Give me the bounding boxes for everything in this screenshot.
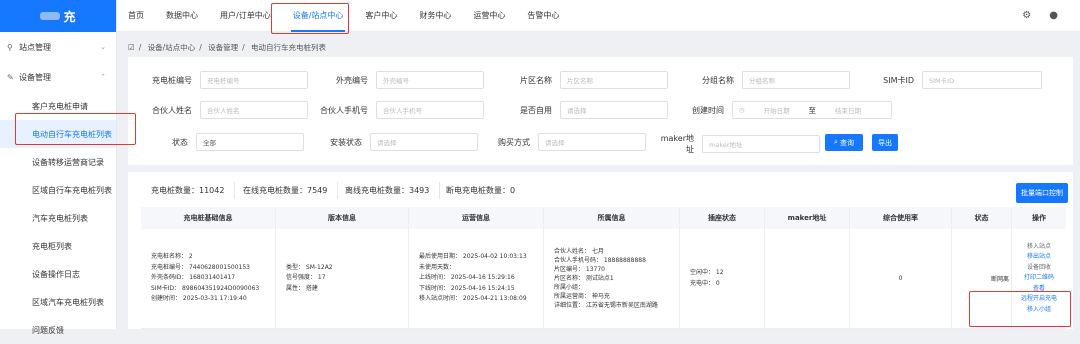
breadcrumb-item[interactable]: 设备管理 [208, 43, 238, 52]
action-print-qr[interactable]: 打印二维码 [1024, 273, 1054, 284]
highlight-box-sidebar [15, 113, 136, 145]
filter-label: 充电桩编号 [152, 75, 192, 85]
calendar-icon: ◷ [739, 106, 745, 114]
menu-customer[interactable]: 客户中心 [354, 0, 408, 32]
sidebar-group-site[interactable]: ⚲ 站点管理 ⌄ [0, 32, 116, 62]
pile-table-panel: 充电桩数量：11042 在线充电桩数量：7549 离线充电桩数量：3493 断电… [128, 172, 1073, 329]
filter-label: 合伙人姓名 [152, 105, 192, 115]
sidebar-item-feedback[interactable]: 问题反馈 [0, 316, 116, 344]
menu-finance[interactable]: 财务中心 [408, 0, 462, 32]
highlight-box-top-menu [271, 3, 349, 34]
col-status: 状态 [952, 207, 1012, 229]
menu-alarm[interactable]: 告警中心 [516, 0, 570, 32]
col-owner: 所属信息 [544, 207, 680, 229]
export-button[interactable]: 导出 [872, 134, 898, 151]
filter-label: 分组名称 [702, 75, 734, 85]
gear-icon[interactable]: ⚙ [1022, 10, 1031, 21]
action-move-in-site[interactable]: 移入站点 [1027, 242, 1051, 253]
breadcrumb-item: 电动自行车充电桩列表 [251, 43, 327, 52]
search-button[interactable]: ⌕ 查询 [825, 134, 863, 151]
cell-socket: 空闲中： 12 充电中： 0 [680, 229, 765, 328]
edit-icon: ☑ [128, 43, 135, 52]
menu-data-center[interactable]: 数据中心 [155, 0, 209, 32]
group-name-input[interactable]: 分组名称 [742, 71, 850, 89]
filter-label: 是否自用 [520, 105, 552, 115]
status-select[interactable]: 全部 [196, 133, 304, 151]
breadcrumb: ☑ / 设备/站点中心 / 设备管理 / 电动自行车充电桩列表 [128, 43, 327, 52]
filter-label: 状态 [172, 137, 188, 147]
cell-basic: 充电桩名称： 2 充电桩编号： 7440628001500153 外壳条码ID：… [141, 229, 276, 328]
sidebar-item-region-ebike-list[interactable]: 区域自行车充电桩列表 [0, 176, 116, 204]
create-time-range[interactable]: ◷ 开始日期 至 结束日期 [732, 101, 892, 119]
sidebar-group-label: 设备管理 [19, 72, 51, 82]
search-icon: ⌕ [834, 138, 838, 146]
filter-label: 安装状态 [330, 137, 362, 147]
col-maker: maker地址 [765, 207, 850, 229]
cell-version: 类型： SM-12A2 信号强度： 17 属性： 搭建 [276, 229, 409, 328]
highlight-box-actions [969, 291, 1071, 327]
col-operation: 运营信息 [409, 207, 544, 229]
menu-operation[interactable]: 运营中心 [462, 0, 516, 32]
end-date[interactable]: 结束日期 [835, 105, 861, 115]
sim-id-input[interactable]: SIM卡ID [922, 71, 1042, 89]
table-header: 充电桩基础信息 版本信息 运营信息 所属信息 插座状态 maker地址 综合使用… [141, 207, 1066, 229]
col-usage: 综合使用率 [850, 207, 952, 229]
cell-usage: 0 [850, 229, 952, 328]
app-logo[interactable]: 充 [0, 0, 116, 32]
sidebar-item-transfer-record[interactable]: 设备转移运营商记录 [0, 148, 116, 176]
filter-label: maker地址 [660, 134, 694, 154]
logo-mark [40, 12, 61, 20]
chevron-down-icon: ⌄ [100, 43, 106, 51]
range-separator: 至 [808, 105, 817, 115]
filter-label: 片区名称 [520, 75, 552, 85]
sidebar-item-car-list[interactable]: 汽车充电桩列表 [0, 204, 116, 232]
batch-port-control-button[interactable]: 批量端口控制 [1016, 183, 1068, 203]
area-name-input[interactable]: 片区名称 [560, 71, 668, 89]
chevron-up-icon: ⌃ [100, 73, 106, 81]
filter-label: 创建时间 [692, 105, 724, 115]
shell-number-input[interactable]: 外壳编号 [376, 71, 484, 89]
pile-number-input[interactable]: 充电桩编号 [200, 71, 308, 89]
stat-online: 在线充电桩数量：7549 [233, 182, 339, 199]
filter-label: SIM卡ID [883, 75, 914, 85]
user-icon[interactable]: ● [1049, 10, 1058, 21]
filter-label: 购买方式 [498, 137, 530, 147]
purchase-method-select[interactable]: 请选择 [538, 133, 646, 151]
cell-operation: 最后使用日期： 2025-04-02 10:03:13 未使用天数： 上线时间：… [409, 229, 544, 328]
stat-offline: 离线充电桩数量：3493 [335, 182, 441, 199]
top-nav: 首页 数据中心 用户/订单中心 设备/站点中心 客户中心 财务中心 运营中心 告… [117, 0, 1080, 32]
logo-text: 充 [63, 9, 76, 24]
col-version: 版本信息 [276, 207, 409, 229]
filter-label: 合伙人手机号 [320, 105, 368, 115]
cell-maker [765, 229, 850, 328]
partner-name-input[interactable]: 合伙人姓名 [200, 101, 308, 119]
action-device-recycle[interactable]: 设备回收 [1027, 263, 1051, 274]
install-status-select[interactable]: 请选择 [370, 133, 478, 151]
breadcrumb-item[interactable]: 设备/站点中心 [148, 43, 196, 52]
sidebar-group-device[interactable]: ✎ 设备管理 ⌃ [0, 62, 116, 92]
tag-icon: ⚲ [7, 42, 13, 52]
filter-label: 外壳编号 [336, 75, 368, 85]
sidebar-item-cabinet-list[interactable]: 充电柜列表 [0, 232, 116, 260]
col-actions: 操作 [1032, 214, 1046, 222]
edit-icon: ✎ [7, 72, 14, 82]
maker-address-input[interactable]: maker地址 [702, 135, 820, 153]
sidebar: 充 ⚲ 站点管理 ⌄ ✎ 设备管理 ⌃ 客户充电桩申请 电动自行车充电桩列表 设… [0, 0, 117, 335]
col-socket: 插座状态 [680, 207, 765, 229]
stat-power-off: 断电充电桩数量：0 [446, 186, 516, 195]
self-use-select[interactable]: 请选择 [560, 101, 668, 119]
start-date[interactable]: 开始日期 [764, 105, 790, 115]
filter-panel: 充电桩编号 充电桩编号 外壳编号 外壳编号 片区名称 片区名称 分组名称 分组名… [128, 57, 1073, 165]
sidebar-item-operation-log[interactable]: 设备操作日志 [0, 260, 116, 288]
col-basic: 充电桩基础信息 [141, 207, 276, 229]
cell-owner: 合伙人姓名： 七月 合伙人手机号码： 18888888888 片区编号： 137… [544, 229, 680, 328]
menu-home[interactable]: 首页 [117, 0, 155, 32]
table-row: 充电桩名称： 2 充电桩编号： 7440628001500153 外壳条码ID：… [141, 229, 1066, 329]
action-move-out-site[interactable]: 移出站点 [1027, 252, 1051, 263]
sidebar-group-label: 站点管理 [19, 42, 51, 52]
sidebar-item-region-car-list[interactable]: 区域汽车充电桩列表 [0, 288, 116, 316]
stat-total: 充电桩数量：11042 [141, 182, 236, 199]
partner-phone-input[interactable]: 合伙人手机号 [376, 101, 484, 119]
